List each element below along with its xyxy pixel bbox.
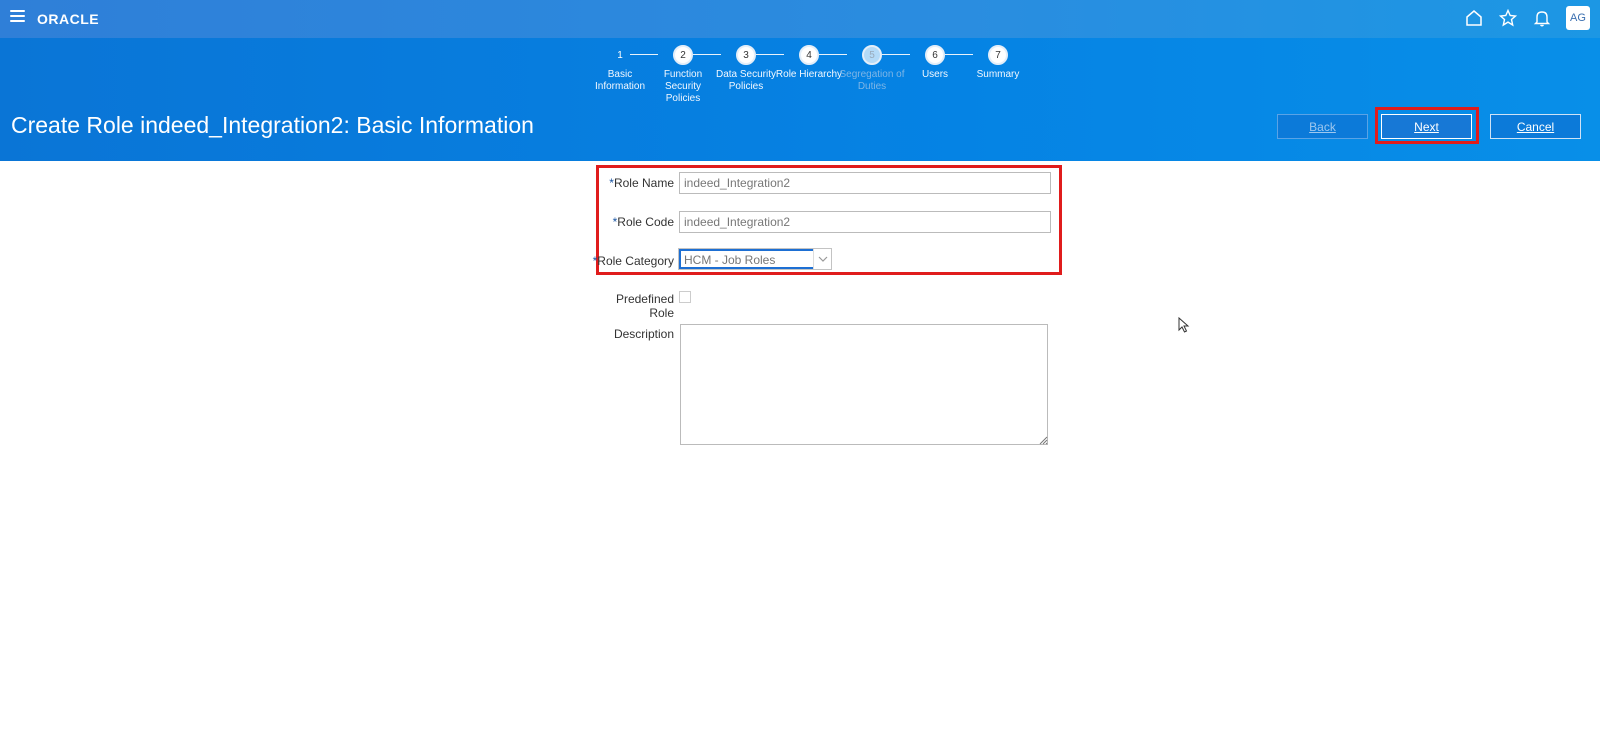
page-title: Create Role indeed_Integration2: Basic I… — [11, 112, 534, 138]
train-stop-number[interactable]: 3 — [736, 45, 756, 65]
train-stop-label: Users — [921, 69, 949, 80]
train-stop-5: 5 Segregation of Duties — [837, 45, 907, 93]
predefined-role-checkbox[interactable] — [679, 291, 691, 303]
predefined-role-label: Predefined Role — [615, 292, 674, 320]
train-stop-number[interactable]: 4 — [799, 45, 819, 65]
description-label: Description — [613, 327, 674, 341]
train-stop-1[interactable]: 1 Basic Information — [585, 45, 655, 93]
train-stop-number[interactable]: 6 — [925, 45, 945, 65]
chevron-down-icon[interactable] — [813, 249, 831, 269]
train-stop-label: Summary — [976, 69, 1020, 80]
next-button[interactable]: Next — [1381, 114, 1472, 139]
user-avatar[interactable]: AG — [1566, 6, 1590, 30]
train-stop-label: Data Security Policies — [715, 69, 777, 92]
process-train: 1 Basic Information 2 Function Security Pol… — [585, 45, 1019, 105]
bell-icon[interactable] — [1532, 8, 1552, 28]
train-stop-number[interactable]: 7 — [988, 45, 1008, 65]
train-stop-number: 5 — [862, 45, 882, 65]
global-actions: AG — [1464, 6, 1590, 30]
cancel-button[interactable]: Cancel — [1490, 114, 1581, 139]
description-textarea[interactable] — [680, 324, 1048, 445]
train-stop-4[interactable]: 4 Role Hierarchy — [774, 45, 844, 81]
train-stop-label: Role Hierarchy — [775, 69, 843, 80]
menu-icon[interactable] — [10, 10, 26, 24]
resize-handle-icon[interactable] — [1038, 435, 1048, 445]
home-icon[interactable] — [1464, 8, 1484, 28]
train-stop-label: Segregation of Duties — [839, 69, 905, 92]
global-header: ORACLE AG — [0, 0, 1600, 38]
role-code-input[interactable] — [679, 211, 1051, 233]
oracle-logo[interactable]: ORACLE — [37, 11, 99, 27]
back-button[interactable]: Back — [1277, 114, 1368, 139]
role-category-value: HCM - Job Roles — [679, 249, 813, 269]
train-stop-3[interactable]: 3 Data Security Policies — [711, 45, 781, 93]
train-stop-7[interactable]: 7 Summary — [963, 45, 1033, 81]
role-category-label: *Role Category — [592, 254, 674, 268]
train-stop-label: Basic Information — [594, 69, 646, 92]
page-header: 1 Basic Information 2 Function Security Pol… — [0, 38, 1600, 161]
role-category-select[interactable]: HCM - Job Roles — [678, 248, 832, 270]
role-code-label: *Role Code — [612, 215, 674, 229]
star-icon[interactable] — [1498, 8, 1518, 28]
train-stop-6[interactable]: 6 Users — [900, 45, 970, 81]
mouse-cursor-icon — [1178, 317, 1190, 333]
train-stop-label: Function Security Policies — [663, 69, 703, 104]
train-stop-number[interactable]: 1 — [610, 45, 630, 65]
role-name-label: *Role Name — [609, 176, 674, 190]
train-stop-number[interactable]: 2 — [673, 45, 693, 65]
role-name-input[interactable] — [679, 172, 1051, 194]
